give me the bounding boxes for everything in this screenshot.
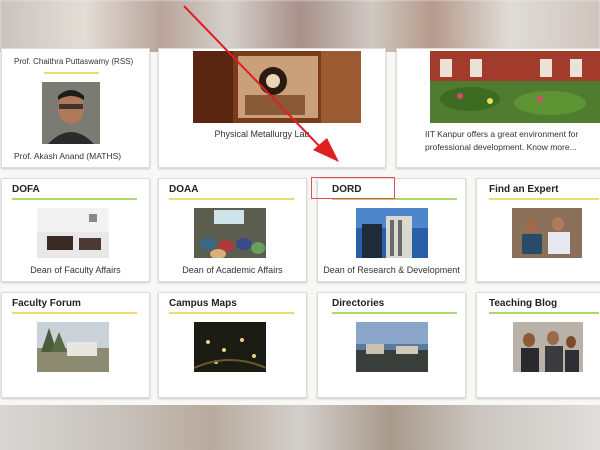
annotation-arrow <box>183 5 339 162</box>
